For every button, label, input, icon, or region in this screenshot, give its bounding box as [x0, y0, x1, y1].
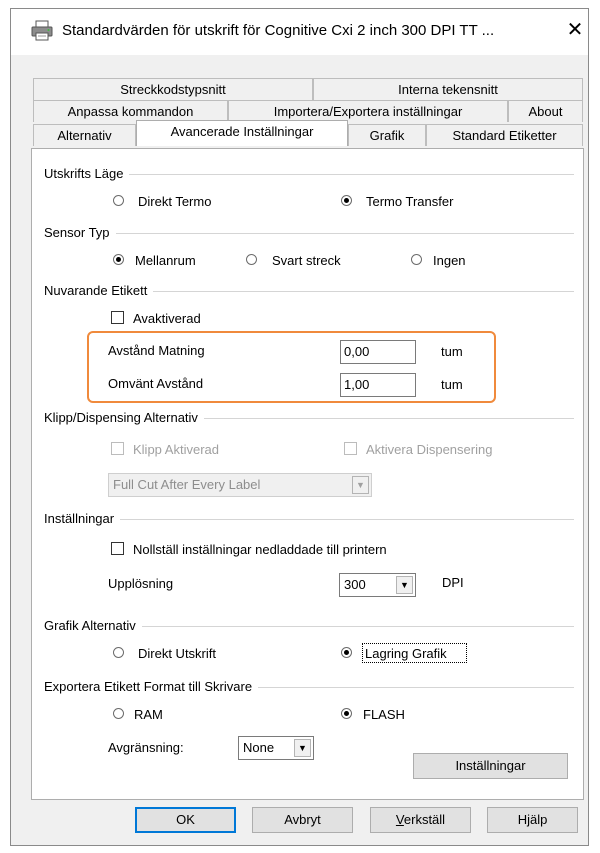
cancel-button[interactable]: Avbryt: [252, 807, 353, 833]
installningar-button[interactable]: Inställningar: [413, 753, 568, 779]
tab-about[interactable]: About: [508, 100, 583, 122]
cut-mode-select[interactable]: Full Cut After Every Label ▼: [108, 473, 372, 497]
group-title-utskriftslage: Utskrifts Läge: [44, 166, 130, 181]
label-ram: RAM: [134, 707, 163, 722]
label-mellanrum: Mellanrum: [135, 253, 196, 268]
omvant-avstand-input[interactable]: 1,00: [340, 373, 416, 397]
label-klipp-aktiverad: Klipp Aktiverad: [133, 442, 219, 457]
highlight-box: [87, 331, 496, 403]
printer-icon: [31, 20, 53, 41]
delimiter-value: None: [243, 740, 275, 755]
radio-termo-transfer[interactable]: [341, 195, 352, 206]
radio-direkt-utskrift[interactable]: [113, 647, 124, 658]
label-lagring-grafik: Lagring Grafik: [365, 646, 447, 661]
group-title-exportera: Exportera Etikett Format till Skrivare: [44, 679, 259, 694]
label-flash: FLASH: [363, 707, 405, 722]
cut-mode-value: Full Cut After Every Label: [113, 477, 261, 492]
ok-button[interactable]: OK: [135, 807, 236, 833]
group-title-sensor-typ: Sensor Typ: [44, 225, 116, 240]
label-upplosning: Upplösning: [108, 576, 174, 591]
tab-standard-etiketter[interactable]: Standard Etiketter: [426, 124, 583, 146]
apply-button[interactable]: Verkställ: [370, 807, 471, 833]
tab-grafik[interactable]: Grafik: [348, 124, 426, 146]
radio-flash[interactable]: [341, 708, 352, 719]
close-icon[interactable]: ✕: [562, 17, 588, 43]
apply-mnemonic: V: [395, 812, 404, 827]
label-avstand-matning: Avstånd Matning: [108, 343, 205, 358]
radio-svart-streck[interactable]: [246, 254, 257, 265]
label-aktivera-dispensering: Aktivera Dispensering: [366, 442, 493, 457]
unit-dpi: DPI: [442, 575, 464, 590]
group-title-klipp-dispensing: Klipp/Dispensing Alternativ: [44, 410, 204, 425]
tab-streckkodstypsnitt[interactable]: Streckkodstypsnitt: [33, 78, 313, 100]
chevron-down-icon[interactable]: ▼: [352, 476, 369, 494]
delimiter-select[interactable]: None ▼: [238, 736, 314, 760]
label-avaktiverad: Avaktiverad: [133, 311, 201, 326]
label-direkt-utskrift: Direkt Utskrift: [138, 646, 216, 661]
chevron-down-icon[interactable]: ▼: [294, 739, 311, 757]
label-nollstall: Nollställ inställningar nedladdade till …: [133, 542, 387, 557]
label-avgransning: Avgränsning:: [108, 740, 184, 755]
radio-direkt-termo[interactable]: [113, 195, 124, 206]
label-termo-transfer: Termo Transfer: [366, 194, 454, 209]
group-divider: [44, 233, 574, 234]
label-svart-streck: Svart streck: [272, 253, 341, 268]
help-button[interactable]: Hjälp: [487, 807, 578, 833]
window-title: Standardvärden för utskrift för Cognitiv…: [62, 22, 495, 39]
avstand-matning-input[interactable]: 0,00: [340, 340, 416, 364]
tab-anpassa-kommandon[interactable]: Anpassa kommandon: [33, 100, 228, 122]
checkbox-avaktiverad[interactable]: [111, 311, 124, 324]
label-omvant-avstand: Omvänt Avstånd: [108, 376, 204, 391]
tab-alternativ[interactable]: Alternativ: [33, 124, 136, 146]
unit-tum-matning: tum: [441, 344, 463, 359]
radio-ram[interactable]: [113, 708, 124, 719]
apply-label-rest: erkställ: [403, 812, 446, 827]
label-direkt-termo: Direkt Termo: [138, 194, 212, 209]
radio-lagring-grafik[interactable]: [341, 647, 352, 658]
checkbox-klipp-aktiverad[interactable]: [111, 442, 124, 455]
unit-tum-omvant: tum: [441, 377, 463, 392]
chevron-down-icon[interactable]: ▼: [396, 576, 413, 594]
group-divider: [44, 519, 574, 520]
group-title-grafik-alternativ: Grafik Alternativ: [44, 618, 142, 633]
label-ingen: Ingen: [433, 253, 466, 268]
tab-avancerade-installningar[interactable]: Avancerade Inställningar: [136, 120, 348, 146]
tab-importera-exportera[interactable]: Importera/Exportera inställningar: [228, 100, 508, 122]
radio-mellanrum[interactable]: [113, 254, 124, 265]
radio-ingen[interactable]: [411, 254, 422, 265]
resolution-value: 300: [344, 577, 366, 592]
group-title-installningar: Inställningar: [44, 511, 121, 526]
checkbox-aktivera-dispensering[interactable]: [344, 442, 357, 455]
group-title-nuvarande-etikett: Nuvarande Etikett: [44, 283, 154, 298]
tab-interna-tekensnitt[interactable]: Interna tekensnitt: [313, 78, 583, 100]
resolution-select[interactable]: 300 ▼: [339, 573, 416, 597]
checkbox-nollstall[interactable]: [111, 542, 124, 555]
